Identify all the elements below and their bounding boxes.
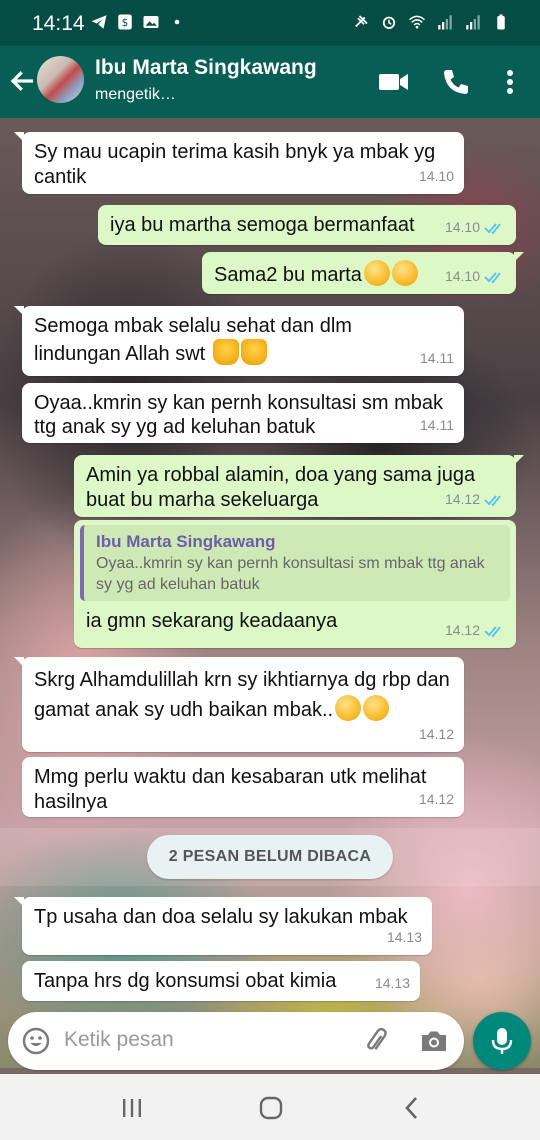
attach-icon[interactable] <box>360 1025 392 1057</box>
phone-icon[interactable] <box>438 64 474 100</box>
gallery-icon <box>143 16 159 28</box>
telegram-icon <box>91 15 107 29</box>
time-label: 14.10 <box>444 219 480 235</box>
hugging-face-emoji-icon <box>363 260 390 286</box>
mic-button[interactable] <box>473 1012 531 1070</box>
message-time: 14.10 <box>445 264 506 289</box>
time-label: 14.12 <box>444 491 480 507</box>
signal-icon <box>466 15 480 30</box>
message-text-content: Sama2 bu marta <box>214 264 362 286</box>
message-bubble[interactable]: Mmg perlu waktu dan kesabaran utk meliha… <box>22 757 464 817</box>
status-right-icons <box>352 13 510 31</box>
message-input[interactable]: Ketik pesan <box>64 1028 174 1052</box>
camera-icon[interactable] <box>418 1025 450 1057</box>
quote-text: Oyaa..kmrin sy kan pernh konsultasi sm m… <box>96 555 485 593</box>
back-arrow-icon[interactable] <box>8 66 38 96</box>
read-ticks-icon <box>484 625 501 637</box>
dollar-icon: $ <box>118 14 132 30</box>
time-label: 14.10 <box>444 268 480 284</box>
message-bubble[interactable]: Amin ya robbal alamin, doa yang sama jug… <box>74 455 524 517</box>
message-bubble[interactable]: Sy mau ucapin terima kasih bnyk ya mbak … <box>14 132 464 194</box>
message-bubble[interactable]: iya bu martha semoga bermanfaat 14.10 <box>98 205 516 245</box>
status-left-icons: $ <box>90 13 186 31</box>
message-time: 14.13 <box>374 975 410 991</box>
smiling-face-emoji-icon <box>363 695 390 721</box>
message-bubble[interactable]: Oyaa..kmrin sy kan pernh konsultasi sm m… <box>22 383 464 443</box>
hands-emoji-icon <box>212 339 239 365</box>
unread-messages-banner: 2 PESAN BELUM DIBACA <box>147 835 393 879</box>
hands-emoji-icon <box>240 339 267 365</box>
emoji-icon[interactable] <box>20 1025 52 1057</box>
battery-icon <box>497 14 505 30</box>
chat-header: Ibu Marta Singkawang mengetik… <box>0 46 540 118</box>
mute-icon <box>355 15 368 28</box>
message-bubble[interactable]: Semoga mbak selalu sehat dan dlm lindung… <box>14 306 464 376</box>
back-icon[interactable] <box>398 1094 426 1122</box>
mic-icon <box>491 1028 513 1054</box>
message-text: Oyaa..kmrin sy kan pernh konsultasi sm m… <box>34 392 444 438</box>
message-text-content: Semoga mbak selalu sehat dan dlm lindung… <box>34 315 352 365</box>
signal-icon <box>438 15 452 30</box>
message-input-box[interactable]: Ketik pesan <box>8 1012 464 1070</box>
system-nav-bar <box>0 1074 540 1140</box>
message-time: 14.13 <box>386 929 422 945</box>
contact-status: mengetik… <box>95 86 176 103</box>
message-time: 14.11 <box>420 350 454 366</box>
smiling-face-emoji-icon <box>335 695 362 721</box>
message-text: Semoga mbak selalu sehat dan dlm lindung… <box>34 314 379 367</box>
quoted-message[interactable]: Ibu Marta Singkawang Oyaa..kmrin sy kan … <box>80 525 510 601</box>
kissing-face-emoji-icon <box>391 260 418 286</box>
read-ticks-icon <box>484 222 501 234</box>
message-time: 14.12 <box>418 726 454 742</box>
read-ticks-icon <box>484 494 501 506</box>
status-bar: 14:14 $ <box>0 0 540 46</box>
home-icon[interactable] <box>257 1094 285 1122</box>
message-time: 14.12 <box>418 791 454 807</box>
message-time: 14.12 <box>445 618 506 643</box>
dot-icon <box>174 19 180 25</box>
message-text: Amin ya robbal alamin, doa yang sama jug… <box>86 464 476 511</box>
message-bubble[interactable]: Tp usaha dan doa selalu sy lakukan mbak … <box>14 897 432 955</box>
time-label: 14.12 <box>444 622 480 638</box>
quote-author: Ibu Marta Singkawang <box>96 532 276 551</box>
message-bubble[interactable]: Tanpa hrs dg konsumsi obat kimia 14.13 <box>22 961 420 1001</box>
message-time: 14.12 <box>445 487 506 512</box>
message-time: 14.10 <box>445 215 506 240</box>
contact-name[interactable]: Ibu Marta Singkawang <box>95 56 317 80</box>
message-text: Sy mau ucapin terima kasih bnyk ya mbak … <box>34 141 436 188</box>
message-time: 14.10 <box>418 168 454 184</box>
message-bubble[interactable]: Sama2 bu marta 14.10 <box>202 252 524 294</box>
read-ticks-icon <box>484 271 501 283</box>
message-bubble[interactable]: Skrg Alhamdulillah krn sy ikhtiarnya dg … <box>14 657 464 752</box>
recents-icon[interactable] <box>118 1094 146 1122</box>
alarm-icon <box>382 16 396 29</box>
message-time: 14.11 <box>420 417 454 433</box>
message-text: Skrg Alhamdulillah krn sy ikhtiarnya dg … <box>34 665 453 725</box>
svg-text:$: $ <box>122 17 129 29</box>
message-text: Mmg perlu waktu dan kesabaran utk meliha… <box>34 766 427 813</box>
contact-avatar[interactable] <box>37 56 84 103</box>
status-time: 14:14 <box>32 12 85 35</box>
message-text: Tanpa hrs dg konsumsi obat kimia <box>34 970 337 992</box>
wifi-icon <box>408 15 426 29</box>
more-vert-icon[interactable] <box>492 64 528 100</box>
video-call-icon[interactable] <box>376 64 412 100</box>
message-text: Tp usaha dan doa selalu sy lakukan mbak <box>34 906 408 928</box>
message-bubble[interactable]: Ibu Marta Singkawang Oyaa..kmrin sy kan … <box>74 520 516 648</box>
